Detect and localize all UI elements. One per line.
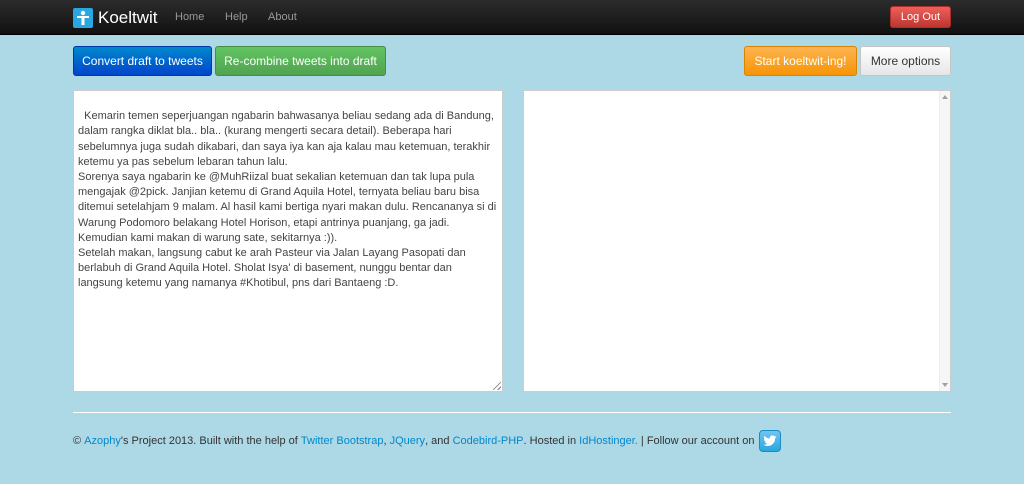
tweets-output-area[interactable] bbox=[523, 90, 951, 392]
more-options-button[interactable]: More options bbox=[860, 46, 951, 76]
start-koeltwit-button[interactable]: Start koeltwit-ing! bbox=[744, 46, 857, 76]
follow-text: | Follow our account on bbox=[637, 435, 755, 447]
koeltwit-logo-icon bbox=[73, 7, 93, 28]
resize-handle[interactable] bbox=[493, 382, 501, 390]
convert-draft-button[interactable]: Convert draft to tweets bbox=[73, 46, 212, 76]
draft-text: Kemarin temen seperjuangan ngabarin bahw… bbox=[78, 110, 497, 290]
footer: © Azophy 's Project 2013. Built with the… bbox=[73, 428, 782, 454]
brand[interactable]: Koeltwit bbox=[73, 7, 158, 28]
scroll-down-arrow-icon[interactable] bbox=[942, 383, 948, 387]
tweets-scrollbar[interactable] bbox=[939, 91, 950, 391]
nav-help[interactable]: Help bbox=[225, 11, 248, 23]
hosted-text: . Hosted in bbox=[523, 435, 580, 447]
copyright-symbol: © bbox=[73, 435, 85, 447]
host-link[interactable]: IdHostinger. bbox=[579, 435, 638, 447]
codebird-link[interactable]: Codebird-PHP bbox=[453, 435, 524, 447]
navbar: Koeltwit Home Help About Log Out bbox=[0, 0, 1024, 35]
nav-about[interactable]: About bbox=[268, 11, 297, 23]
recombine-tweets-button[interactable]: Re-combine tweets into draft bbox=[215, 46, 386, 76]
brand-name: Koeltwit bbox=[98, 7, 158, 27]
footer-divider bbox=[73, 412, 951, 413]
scroll-up-arrow-icon[interactable] bbox=[942, 95, 948, 99]
bootstrap-link[interactable]: Twitter Bootstrap bbox=[301, 435, 384, 447]
project-text: 's Project 2013. Built with the help of bbox=[120, 435, 301, 447]
draft-textarea[interactable]: Kemarin temen seperjuangan ngabarin bahw… bbox=[73, 90, 503, 392]
nav-home[interactable]: Home bbox=[175, 11, 204, 23]
footer-and: , and bbox=[425, 435, 453, 447]
jquery-link[interactable]: JQuery bbox=[390, 435, 425, 447]
author-link[interactable]: Azophy bbox=[84, 435, 121, 447]
twitter-bird-icon[interactable] bbox=[759, 430, 782, 452]
logout-button[interactable]: Log Out bbox=[890, 6, 951, 28]
